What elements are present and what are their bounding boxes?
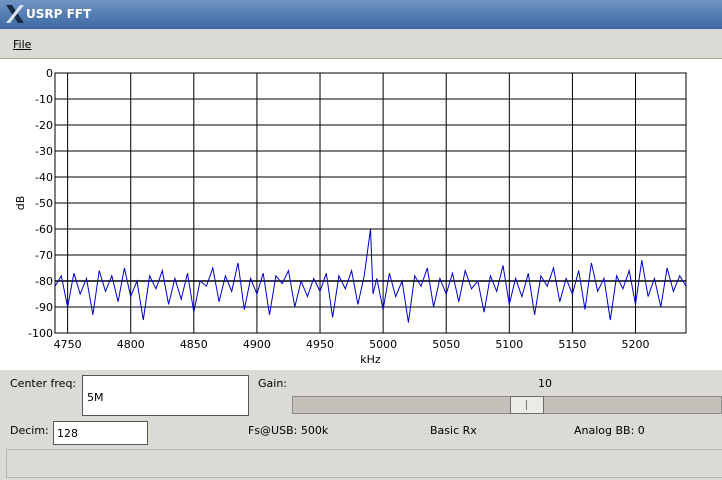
center-freq-input[interactable]: 5M	[82, 375, 249, 416]
y-tick-label: -20	[35, 119, 53, 132]
x-tick-label: 5200	[622, 338, 650, 351]
title-bar: USRP FFT	[0, 0, 722, 29]
x-tick-label: 5150	[558, 338, 586, 351]
y-tick-label: -50	[35, 197, 53, 210]
x-tick-label: 5050	[432, 338, 460, 351]
x-tick-label: 5100	[495, 338, 523, 351]
gain-value: 10	[538, 377, 552, 390]
window-title: USRP FFT	[26, 7, 92, 21]
decim-label: Decim:	[10, 424, 49, 437]
x-window-logo-icon	[6, 5, 24, 23]
x-tick-label: 5000	[369, 338, 397, 351]
x-tick-label: 4950	[306, 338, 334, 351]
fs-usb-label: Fs@USB: 500k	[248, 424, 329, 437]
fft-chart: 0 -10 -20 -30 -40 -50 -60 -70 -80 -90 -1004750 4800…	[14, 67, 687, 366]
x-tick-label: 4750	[54, 338, 82, 351]
analog-bb-label: Analog BB: 0	[574, 424, 645, 437]
fft-plot: 0 -10 -20 -30 -40 -50 -60 -70 -80 -90 -100 4750 4800…	[0, 59, 722, 370]
y-tick-label: -30	[35, 145, 53, 158]
y-tick-label: -100	[28, 327, 53, 340]
x-tick-label: 4850	[180, 338, 208, 351]
y-tick-label: -10	[35, 93, 53, 106]
y-tick-label: -70	[35, 249, 53, 262]
decim-input[interactable]: 128	[53, 421, 148, 445]
center-freq-label: Center freq:	[10, 377, 77, 390]
gain-label: Gain:	[258, 377, 287, 390]
basic-rx-label: Basic Rx	[430, 424, 477, 437]
y-axis-label: dB	[14, 196, 27, 211]
y-tick-label: -80	[35, 275, 53, 288]
y-tick-label: -90	[35, 301, 53, 314]
x-tick-label: 4800	[117, 338, 145, 351]
x-axis-label: kHz	[360, 353, 381, 366]
y-tick-label: -60	[35, 223, 53, 236]
x-tick-label: 4900	[243, 338, 271, 351]
menu-file[interactable]: File	[13, 38, 31, 51]
y-tick-label: 0	[46, 67, 53, 80]
y-tick-label: -40	[35, 171, 53, 184]
status-bar	[6, 449, 722, 478]
gain-slider-track[interactable]	[292, 396, 722, 414]
menu-bar: File	[0, 29, 722, 59]
gain-slider-thumb[interactable]	[509, 396, 544, 414]
